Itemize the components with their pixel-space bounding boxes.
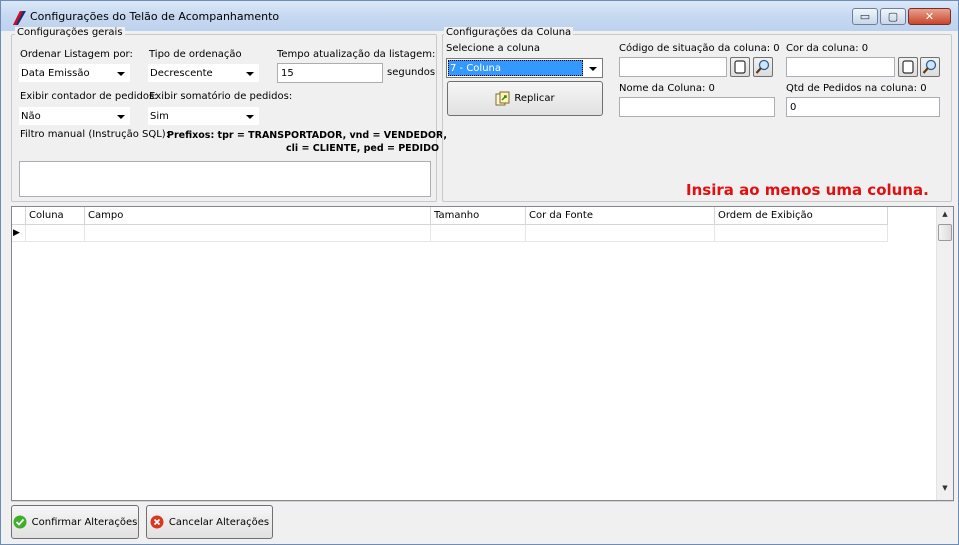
maximize-button[interactable]: ▢	[880, 8, 906, 25]
replicate-button[interactable]: Replicar	[447, 81, 603, 116]
order-list-value: Data Emissão	[21, 68, 90, 79]
close-button[interactable]: ✕	[908, 8, 951, 25]
confirm-changes-label: Confirmar Alterações	[31, 516, 138, 528]
order-qty-label: Qtd de Pedidos na coluna: 0	[786, 83, 927, 94]
refresh-time-label: Tempo atualização da listagem:	[277, 49, 436, 60]
order-type-value: Decrescente	[150, 68, 213, 79]
order-list-select[interactable]: Data Emissão	[18, 63, 131, 83]
warning-message: Insira ao menos uma coluna.	[686, 181, 929, 199]
vertical-scrollbar[interactable]: ▲ ▼	[936, 207, 953, 500]
search-icon	[755, 59, 770, 74]
window-title: Configurações do Telão de Acompanhamento	[30, 10, 280, 23]
replicate-icon	[495, 91, 510, 105]
general-settings-title: Configurações gerais	[15, 27, 125, 38]
select-column-label: Selecione a coluna	[446, 43, 540, 54]
column-header-campo[interactable]: Campo	[85, 207, 431, 225]
search-icon	[922, 59, 937, 74]
order-list-label: Ordenar Listagem por:	[20, 49, 133, 60]
column-header-cor-fonte[interactable]: Cor da Fonte	[526, 207, 715, 225]
show-counter-label: Exibir contador de pedidos:	[20, 91, 158, 102]
refresh-time-input[interactable]: 15	[277, 63, 383, 83]
status-code-input[interactable]	[619, 57, 727, 77]
order-type-select[interactable]: Decrescente	[147, 63, 260, 83]
cell-cor-fonte[interactable]	[526, 225, 715, 242]
refresh-time-value: 15	[281, 68, 294, 79]
footer-divider	[11, 501, 954, 502]
status-code-label: Código de situação da coluna: 0	[619, 43, 780, 54]
order-qty-value: 0	[790, 102, 797, 113]
main-window: Configurações do Telão de Acompanhamento…	[0, 0, 959, 545]
filter-label: Filtro manual (Instrução SQL):	[20, 129, 170, 140]
chevron-down-icon	[117, 115, 125, 119]
show-sum-label: Exibir somatório de pedidos:	[149, 91, 293, 102]
cancel-changes-button[interactable]: Cancelar Alterações	[146, 505, 273, 539]
status-code-clear-button[interactable]	[730, 57, 750, 77]
column-name-label: Nome da Coluna: 0	[619, 83, 715, 94]
app-logo-icon	[13, 11, 26, 25]
select-column-dropdown[interactable]: 7 - Coluna	[446, 58, 603, 78]
show-sum-value: Sim	[150, 111, 169, 122]
maximize-icon: ▢	[887, 10, 899, 23]
status-code-search-button[interactable]	[753, 57, 773, 77]
confirm-changes-button[interactable]: Confirmar Alterações	[11, 505, 139, 539]
row-pointer-icon: ▶	[13, 228, 20, 238]
column-header-ordem-exibicao[interactable]: Ordem de Exibição	[715, 207, 888, 225]
grid-header: Coluna Campo Tamanho Cor da Fonte Ordem …	[12, 207, 888, 225]
clear-icon	[902, 60, 914, 74]
column-color-clear-button[interactable]	[898, 57, 918, 77]
show-counter-select[interactable]: Não	[18, 106, 131, 126]
refresh-unit-label: segundos	[387, 67, 436, 78]
replicate-label: Replicar	[514, 93, 555, 104]
minimize-icon: ▭	[859, 10, 871, 23]
column-settings-title: Configurações da Coluna	[444, 27, 574, 38]
select-column-value: 7 - Coluna	[448, 60, 583, 76]
columns-grid[interactable]: Coluna Campo Tamanho Cor da Fonte Ordem …	[11, 206, 954, 501]
scroll-thumb[interactable]	[938, 224, 952, 241]
window-controls: ▭ ▢ ✕	[850, 8, 951, 25]
column-color-search-button[interactable]	[920, 57, 940, 77]
row-header-corner	[12, 207, 26, 225]
order-type-label: Tipo de ordenação	[149, 49, 242, 60]
chevron-down-icon	[246, 115, 254, 119]
column-name-input[interactable]	[619, 97, 775, 117]
column-header-coluna[interactable]: Coluna	[26, 207, 85, 225]
column-header-tamanho[interactable]: Tamanho	[431, 207, 526, 225]
grid-body: Coluna Campo Tamanho Cor da Fonte Ordem …	[12, 207, 937, 500]
column-color-label: Cor da coluna: 0	[786, 43, 869, 54]
close-icon: ✕	[924, 10, 935, 23]
cancel-icon	[150, 515, 164, 529]
chevron-down-icon	[117, 72, 125, 76]
cancel-changes-label: Cancelar Alterações	[168, 516, 270, 528]
show-counter-value: Não	[21, 111, 41, 122]
prefixes-line1: Prefixos: tpr = TRANSPORTADOR, vnd = VEN…	[167, 130, 448, 141]
row-indicator: ▶	[12, 225, 26, 242]
column-color-input[interactable]	[786, 57, 895, 77]
chevron-down-icon	[589, 67, 597, 71]
cell-campo[interactable]	[85, 225, 431, 242]
chevron-down-icon	[246, 72, 254, 76]
clear-icon	[734, 60, 746, 74]
order-qty-input[interactable]: 0	[786, 97, 940, 117]
show-sum-select[interactable]: Sim	[147, 106, 260, 126]
scroll-down-icon[interactable]: ▼	[937, 484, 953, 500]
sql-filter-input[interactable]	[19, 161, 431, 197]
cell-coluna[interactable]	[26, 225, 85, 242]
prefixes-line2: cli = CLIENTE, ped = PEDIDO	[286, 143, 440, 154]
cell-tamanho[interactable]	[431, 225, 526, 242]
table-row[interactable]: ▶	[12, 225, 888, 242]
cell-ordem-exibicao[interactable]	[715, 225, 888, 242]
minimize-button[interactable]: ▭	[852, 8, 878, 25]
check-icon	[13, 515, 27, 529]
